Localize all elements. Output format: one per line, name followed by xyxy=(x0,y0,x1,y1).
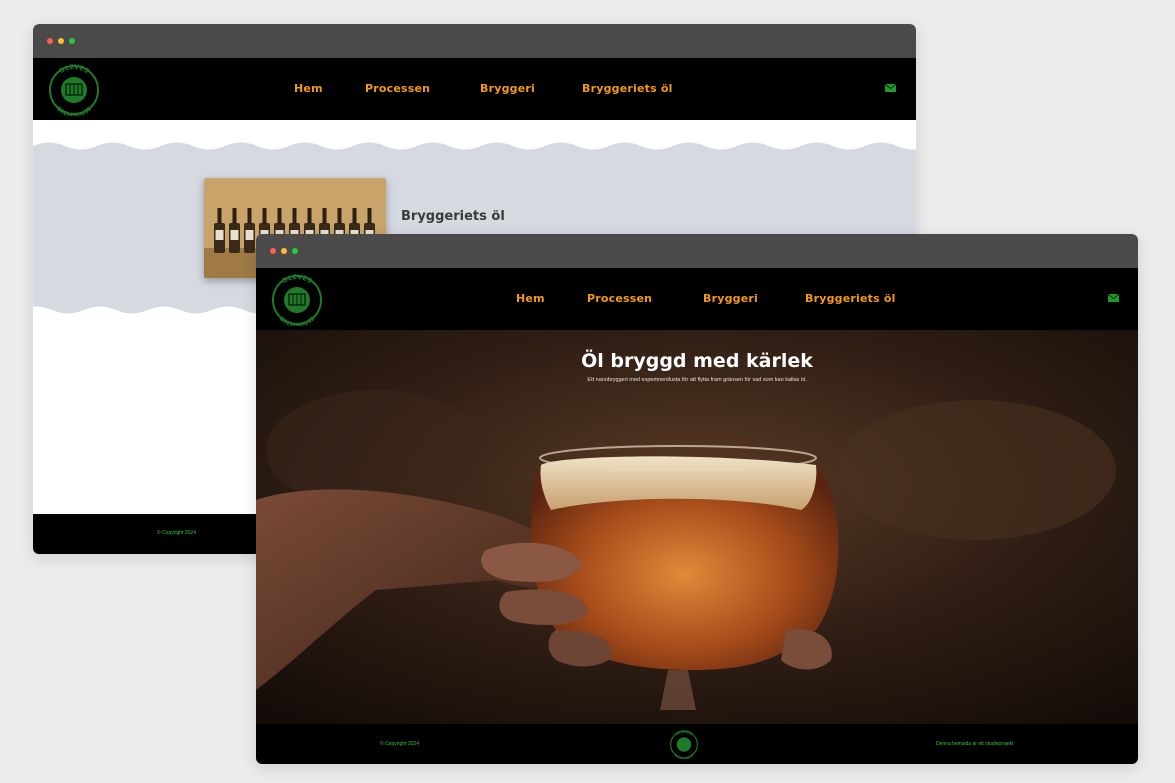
nav-item-hem[interactable]: Hem xyxy=(516,292,545,305)
nav-item-bryggeri[interactable]: Bryggeri xyxy=(480,82,535,95)
nav-item-bryggeriets-ol[interactable]: Bryggeriets öl xyxy=(805,292,896,305)
close-dot[interactable] xyxy=(47,38,53,44)
browser-window-front: OLEVES BREWHOUSE Hem Processen Bryggeri … xyxy=(256,234,1138,764)
logo-text-bottom: BREWHOUSE xyxy=(278,316,316,326)
footer-copyright: © Copyright 2024 xyxy=(157,530,196,536)
logo-text-bottom: BREWHOUSE xyxy=(673,753,694,759)
site-navbar: OLEVES BREWHOUSE Hem Processen Bryggeri … xyxy=(256,268,1138,330)
hero-beer-glass-image xyxy=(256,330,1138,724)
minimize-dot[interactable] xyxy=(58,38,64,44)
logo-text-top: OLEVES xyxy=(281,273,314,285)
close-dot[interactable] xyxy=(270,248,276,254)
site-navbar: OLEVES BREWHOUSE Hem Processen Bryggeri … xyxy=(33,58,916,120)
nav-item-hem[interactable]: Hem xyxy=(294,82,323,95)
hero-section: Öl bryggd med kärlek Ett nanobryggeri me… xyxy=(256,330,1138,724)
nav-item-processen[interactable]: Processen xyxy=(587,292,652,305)
site-footer: © Copyright 2024 OLEVES BREWHOUSE Denna … xyxy=(256,724,1138,764)
envelope-icon[interactable] xyxy=(885,84,896,92)
envelope-icon[interactable] xyxy=(1108,294,1119,302)
nav-item-bryggeri[interactable]: Bryggeri xyxy=(703,292,758,305)
logo-text-top: OLEVES xyxy=(58,63,91,75)
nav-item-processen[interactable]: Processen xyxy=(365,82,430,95)
hero-title: Öl bryggd med kärlek xyxy=(581,350,813,372)
window-titlebar xyxy=(33,24,916,58)
minimize-dot[interactable] xyxy=(281,248,287,254)
logo-text-bottom: BREWHOUSE xyxy=(55,106,93,116)
brewhouse-logo-icon[interactable]: OLEVES BREWHOUSE xyxy=(264,272,330,326)
hero-subtitle: Ett nanobryggeri med experimentlusta för… xyxy=(587,377,807,383)
footer-note: Denna hemsida är ett studieprojekt xyxy=(936,741,1014,747)
maximize-dot[interactable] xyxy=(69,38,75,44)
logo-text-top: OLEVES xyxy=(675,730,693,737)
footer-copyright: © Copyright 2024 xyxy=(380,741,419,747)
brewhouse-logo-icon[interactable]: OLEVES BREWHOUSE xyxy=(41,62,107,116)
maximize-dot[interactable] xyxy=(292,248,298,254)
nav-item-bryggeriets-ol[interactable]: Bryggeriets öl xyxy=(582,82,673,95)
brewhouse-logo-icon[interactable]: OLEVES BREWHOUSE xyxy=(664,729,704,759)
section-title: Bryggeriets öl xyxy=(401,209,505,224)
window-titlebar xyxy=(256,234,1138,268)
